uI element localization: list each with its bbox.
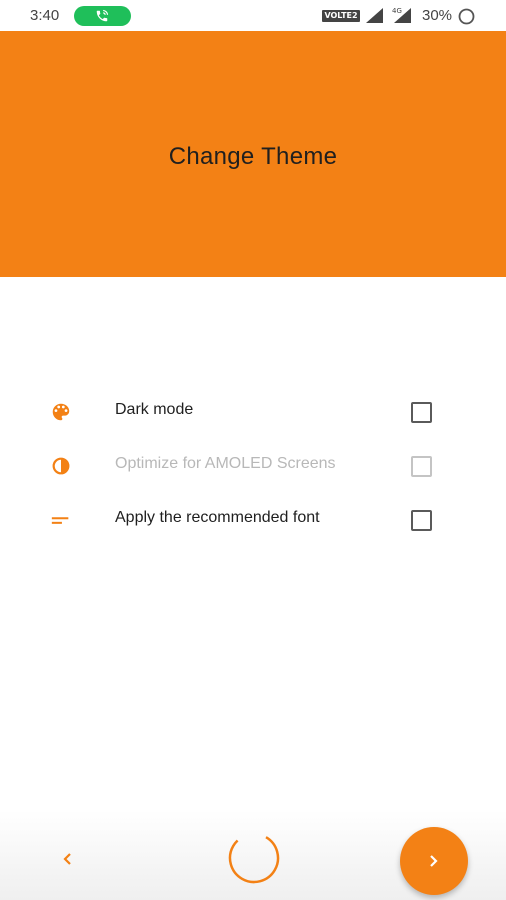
back-button[interactable] bbox=[56, 847, 80, 871]
status-time: 3:40 bbox=[30, 7, 60, 24]
contrast-icon bbox=[52, 457, 70, 475]
option-label: Optimize for AMOLED Screens bbox=[115, 455, 336, 472]
svg-text:4G: 4G bbox=[392, 7, 402, 15]
bottom-navigation bbox=[0, 810, 506, 900]
mobile-data-signal-icon: 4G bbox=[392, 7, 411, 23]
battery-percentage: 30% bbox=[422, 7, 453, 24]
status-bar: 3:40 VOLTE2 4G 30% bbox=[0, 0, 506, 31]
short-text-icon bbox=[51, 517, 69, 524]
volte-badge: VOLTE2 bbox=[322, 10, 360, 22]
recommended-font-checkbox[interactable] bbox=[411, 510, 432, 531]
page-title: Change Theme bbox=[168, 143, 338, 170]
amoled-checkbox bbox=[411, 456, 432, 477]
signal-icon bbox=[366, 8, 383, 23]
ongoing-call-pill[interactable] bbox=[74, 6, 131, 26]
option-label: Apply the recommended font bbox=[115, 509, 320, 526]
header-banner: Change Theme bbox=[0, 31, 506, 277]
option-recommended-font[interactable]: Apply the recommended font bbox=[0, 499, 506, 539]
next-button[interactable] bbox=[400, 827, 468, 895]
palette-icon bbox=[52, 403, 70, 421]
option-amoled: Optimize for AMOLED Screens bbox=[0, 445, 506, 485]
option-label: Dark mode bbox=[115, 401, 194, 418]
battery-icon bbox=[458, 8, 475, 25]
chevron-left-icon bbox=[63, 853, 71, 865]
phone-call-icon bbox=[96, 9, 109, 22]
progress-ring-icon bbox=[228, 832, 280, 884]
chevron-right-icon bbox=[430, 855, 438, 867]
option-dark-mode[interactable]: Dark mode bbox=[0, 391, 506, 431]
dark-mode-checkbox[interactable] bbox=[411, 402, 432, 423]
